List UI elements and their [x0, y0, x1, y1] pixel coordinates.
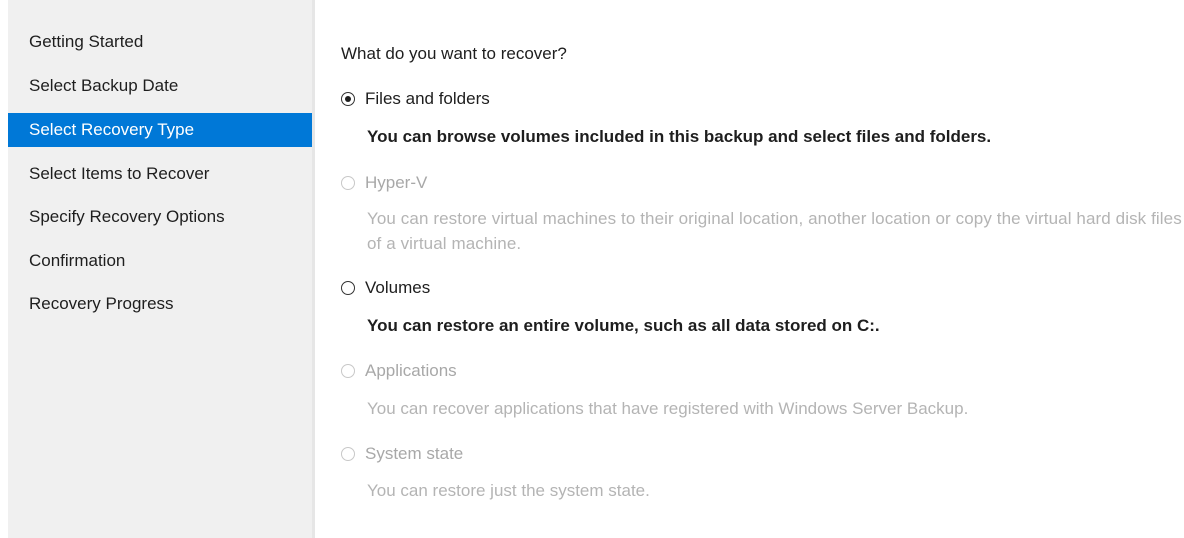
option-label: Files and folders: [365, 89, 490, 108]
option-description: You can restore an entire volume, such a…: [367, 316, 880, 335]
step-getting-started[interactable]: Getting Started: [8, 25, 312, 59]
option-label: Volumes: [365, 278, 431, 297]
recovery-question: What do you want to recover?: [341, 44, 567, 63]
radio-unchecked-icon[interactable]: [341, 364, 355, 378]
step-select-recovery-type[interactable]: Select Recovery Type: [8, 113, 312, 147]
option-label: Applications: [365, 361, 457, 380]
option-hyper-v[interactable]: Hyper-V: [341, 170, 427, 196]
step-select-items-to-recover[interactable]: Select Items to Recover: [8, 157, 312, 191]
option-description: You can recover applications that have r…: [367, 399, 969, 418]
option-description: You can restore virtual machines to thei…: [367, 209, 1182, 253]
option-volumes[interactable]: Volumes: [341, 275, 430, 301]
option-files-and-folders[interactable]: Files and folders: [341, 86, 490, 112]
option-applications[interactable]: Applications: [341, 358, 457, 384]
option-label: Hyper-V: [365, 173, 428, 192]
wizard-steps-sidebar: Getting Started Select Backup Date Selec…: [8, 0, 312, 538]
step-recovery-progress[interactable]: Recovery Progress: [8, 287, 312, 321]
radio-unchecked-icon[interactable]: [341, 176, 355, 190]
radio-checked-icon[interactable]: [341, 92, 355, 106]
radio-unchecked-icon[interactable]: [341, 447, 355, 461]
step-specify-recovery-options[interactable]: Specify Recovery Options: [8, 200, 312, 234]
radio-unchecked-icon[interactable]: [341, 281, 355, 295]
option-label: System state: [365, 444, 464, 463]
step-confirmation[interactable]: Confirmation: [8, 244, 312, 278]
recovery-type-panel: What do you want to recover? Files and f…: [315, 0, 1184, 538]
option-description: You can restore just the system state.: [367, 481, 650, 500]
option-description: You can browse volumes included in this …: [367, 127, 992, 146]
option-system-state[interactable]: System state: [341, 441, 463, 467]
step-select-backup-date[interactable]: Select Backup Date: [8, 69, 312, 103]
recovery-wizard: Getting Started Select Backup Date Selec…: [0, 0, 1184, 538]
